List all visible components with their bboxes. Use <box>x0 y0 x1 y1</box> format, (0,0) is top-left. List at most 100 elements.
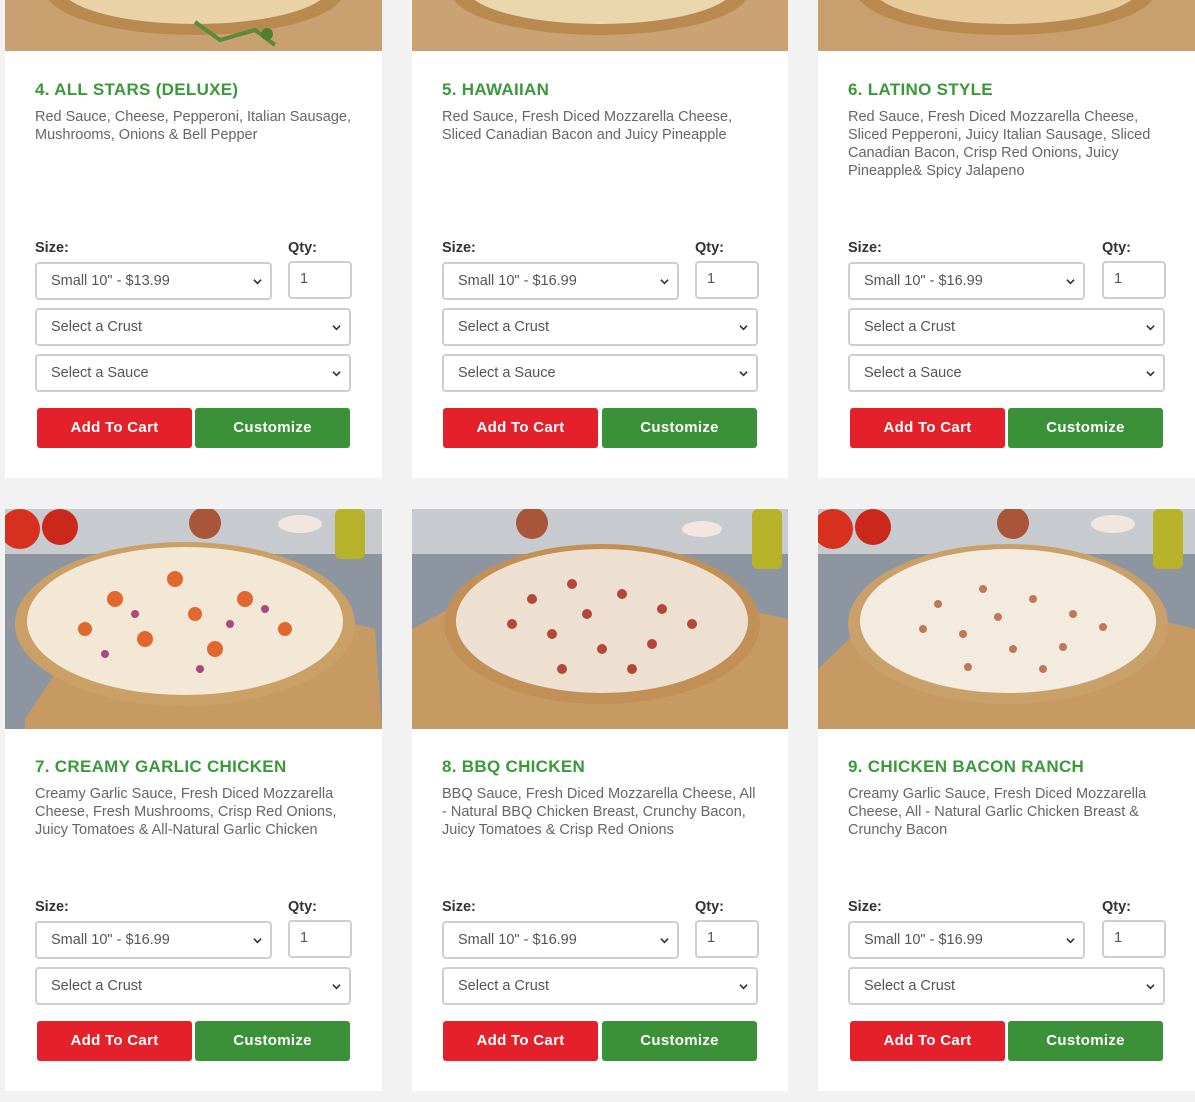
chevron-down-icon <box>660 938 669 944</box>
sauce-select[interactable]: Select a Sauce <box>442 354 758 392</box>
add-to-cart-button[interactable]: Add To Cart <box>443 408 598 448</box>
size-label: Size: <box>442 899 476 915</box>
crust-select[interactable]: Select a Crust <box>442 308 758 346</box>
pizza-title: 7. CREAMY GARLIC CHICKEN <box>35 757 287 776</box>
sauce-select-value: Select a Sauce <box>51 365 149 381</box>
qty-label: Qty: <box>695 899 724 915</box>
chevron-down-icon <box>1066 938 1075 944</box>
pizza-photo[interactable] <box>5 509 382 729</box>
size-label: Size: <box>848 899 882 915</box>
qty-input[interactable]: 1 <box>695 261 759 299</box>
chevron-down-icon <box>739 325 748 331</box>
size-select[interactable]: Small 10" - $16.99 <box>848 262 1085 300</box>
crust-select-value: Select a Crust <box>864 319 956 335</box>
qty-label: Qty: <box>1102 899 1131 915</box>
crust-select-value: Select a Crust <box>458 319 550 335</box>
size-select-value: Small 10" - $16.99 <box>458 932 577 948</box>
chevron-down-icon <box>1146 371 1155 377</box>
add-to-cart-button[interactable]: Add To Cart <box>37 1021 192 1061</box>
crust-select[interactable]: Select a Crust <box>442 967 758 1005</box>
pizza-photo[interactable] <box>818 0 1195 51</box>
product-card: 8. BBQ CHICKEN BBQ Sauce, Fresh Diced Mo… <box>412 509 788 1091</box>
pizza-description: BBQ Sauce, Fresh Diced Mozzarella Cheese… <box>442 786 756 838</box>
pizza-photo[interactable] <box>412 509 788 729</box>
pizza-image <box>5 0 382 51</box>
pizza-photo[interactable] <box>5 0 382 51</box>
pizza-photo[interactable] <box>818 509 1195 729</box>
customize-button[interactable]: Customize <box>195 408 350 448</box>
crust-select[interactable]: Select a Crust <box>848 967 1165 1005</box>
add-to-cart-button[interactable]: Add To Cart <box>850 408 1005 448</box>
customize-button[interactable]: Customize <box>602 408 757 448</box>
qty-input[interactable]: 1 <box>288 261 352 299</box>
crust-select-value: Select a Crust <box>864 978 956 994</box>
crust-select-value: Select a Crust <box>51 978 143 994</box>
qty-label: Qty: <box>288 240 317 256</box>
product-card: 9. CHICKEN BACON RANCH Creamy Garlic Sau… <box>818 509 1195 1091</box>
pizza-title: 4. ALL STARS (DELUXE) <box>35 80 239 99</box>
chevron-down-icon <box>1146 984 1155 990</box>
crust-select[interactable]: Select a Crust <box>35 967 351 1005</box>
pizza-description: Creamy Garlic Sauce, Fresh Diced Mozzare… <box>848 786 1147 838</box>
customize-button[interactable]: Customize <box>1008 1021 1163 1061</box>
add-to-cart-button[interactable]: Add To Cart <box>443 1021 598 1061</box>
pizza-title: 9. CHICKEN BACON RANCH <box>848 757 1085 776</box>
size-select[interactable]: Small 10" - $16.99 <box>442 262 679 300</box>
chevron-down-icon <box>739 371 748 377</box>
pizza-image <box>818 0 1195 51</box>
crust-select[interactable]: Select a Crust <box>848 308 1165 346</box>
chevron-down-icon <box>332 325 341 331</box>
pizza-description: Creamy Garlic Sauce, Fresh Diced Mozzare… <box>35 786 337 838</box>
pizza-photo[interactable] <box>412 0 788 51</box>
chevron-down-icon <box>1066 279 1075 285</box>
pizza-title: 5. HAWAIIAN <box>442 80 550 99</box>
size-select-value: Small 10" - $16.99 <box>864 273 983 289</box>
chevron-down-icon <box>253 938 262 944</box>
crust-select[interactable]: Select a Crust <box>35 308 351 346</box>
size-select-value: Small 10" - $16.99 <box>864 932 983 948</box>
product-card: 7. CREAMY GARLIC CHICKEN Creamy Garlic S… <box>5 509 382 1091</box>
pizza-title: 6. LATINO STYLE <box>848 80 993 99</box>
pizza-image <box>5 509 382 729</box>
size-select-value: Small 10" - $16.99 <box>458 273 577 289</box>
size-select-value: Small 10" - $16.99 <box>51 932 170 948</box>
product-card: 5. HAWAIIAN Red Sauce, Fresh Diced Mozza… <box>412 0 788 478</box>
qty-label: Qty: <box>288 899 317 915</box>
pizza-description: Red Sauce, Fresh Diced Mozzarella Cheese… <box>848 109 1151 179</box>
pizza-image <box>818 509 1195 729</box>
add-to-cart-button[interactable]: Add To Cart <box>37 408 192 448</box>
sauce-select-value: Select a Sauce <box>458 365 556 381</box>
qty-input[interactable]: 1 <box>1102 920 1166 958</box>
customize-button[interactable]: Customize <box>1008 408 1163 448</box>
chevron-down-icon <box>253 279 262 285</box>
size-select[interactable]: Small 10" - $13.99 <box>35 262 272 300</box>
qty-label: Qty: <box>695 240 724 256</box>
customize-button[interactable]: Customize <box>602 1021 757 1061</box>
qty-input[interactable]: 1 <box>288 920 352 958</box>
size-label: Size: <box>35 240 69 256</box>
add-to-cart-button[interactable]: Add To Cart <box>850 1021 1005 1061</box>
product-card: 6. LATINO STYLE Red Sauce, Fresh Diced M… <box>818 0 1195 478</box>
qty-input[interactable]: 1 <box>1102 261 1166 299</box>
qty-label: Qty: <box>1102 240 1131 256</box>
qty-input[interactable]: 1 <box>695 920 759 958</box>
pizza-image <box>412 509 788 729</box>
size-label: Size: <box>848 240 882 256</box>
size-select-value: Small 10" - $13.99 <box>51 273 170 289</box>
pizza-title: 8. BBQ CHICKEN <box>442 757 586 776</box>
size-label: Size: <box>442 240 476 256</box>
sauce-select[interactable]: Select a Sauce <box>848 354 1165 392</box>
size-select[interactable]: Small 10" - $16.99 <box>442 921 679 959</box>
chevron-down-icon <box>332 984 341 990</box>
sauce-select[interactable]: Select a Sauce <box>35 354 351 392</box>
pizza-description: Red Sauce, Cheese, Pepperoni, Italian Sa… <box>35 109 351 143</box>
size-select[interactable]: Small 10" - $16.99 <box>35 921 272 959</box>
chevron-down-icon <box>660 279 669 285</box>
size-label: Size: <box>35 899 69 915</box>
crust-select-value: Select a Crust <box>458 978 550 994</box>
size-select[interactable]: Small 10" - $16.99 <box>848 921 1085 959</box>
customize-button[interactable]: Customize <box>195 1021 350 1061</box>
pizza-image <box>412 0 788 51</box>
sauce-select-value: Select a Sauce <box>864 365 962 381</box>
pizza-description: Red Sauce, Fresh Diced Mozzarella Cheese… <box>442 109 733 143</box>
